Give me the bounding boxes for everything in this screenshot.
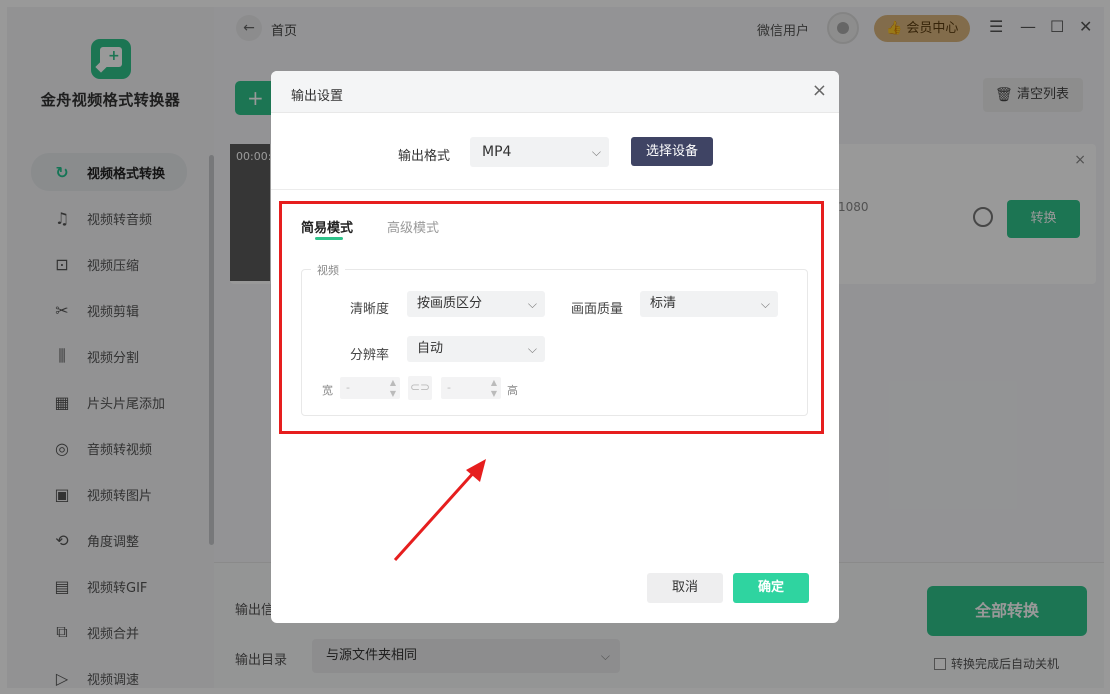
annotation-arrow-icon: [393, 459, 486, 562]
